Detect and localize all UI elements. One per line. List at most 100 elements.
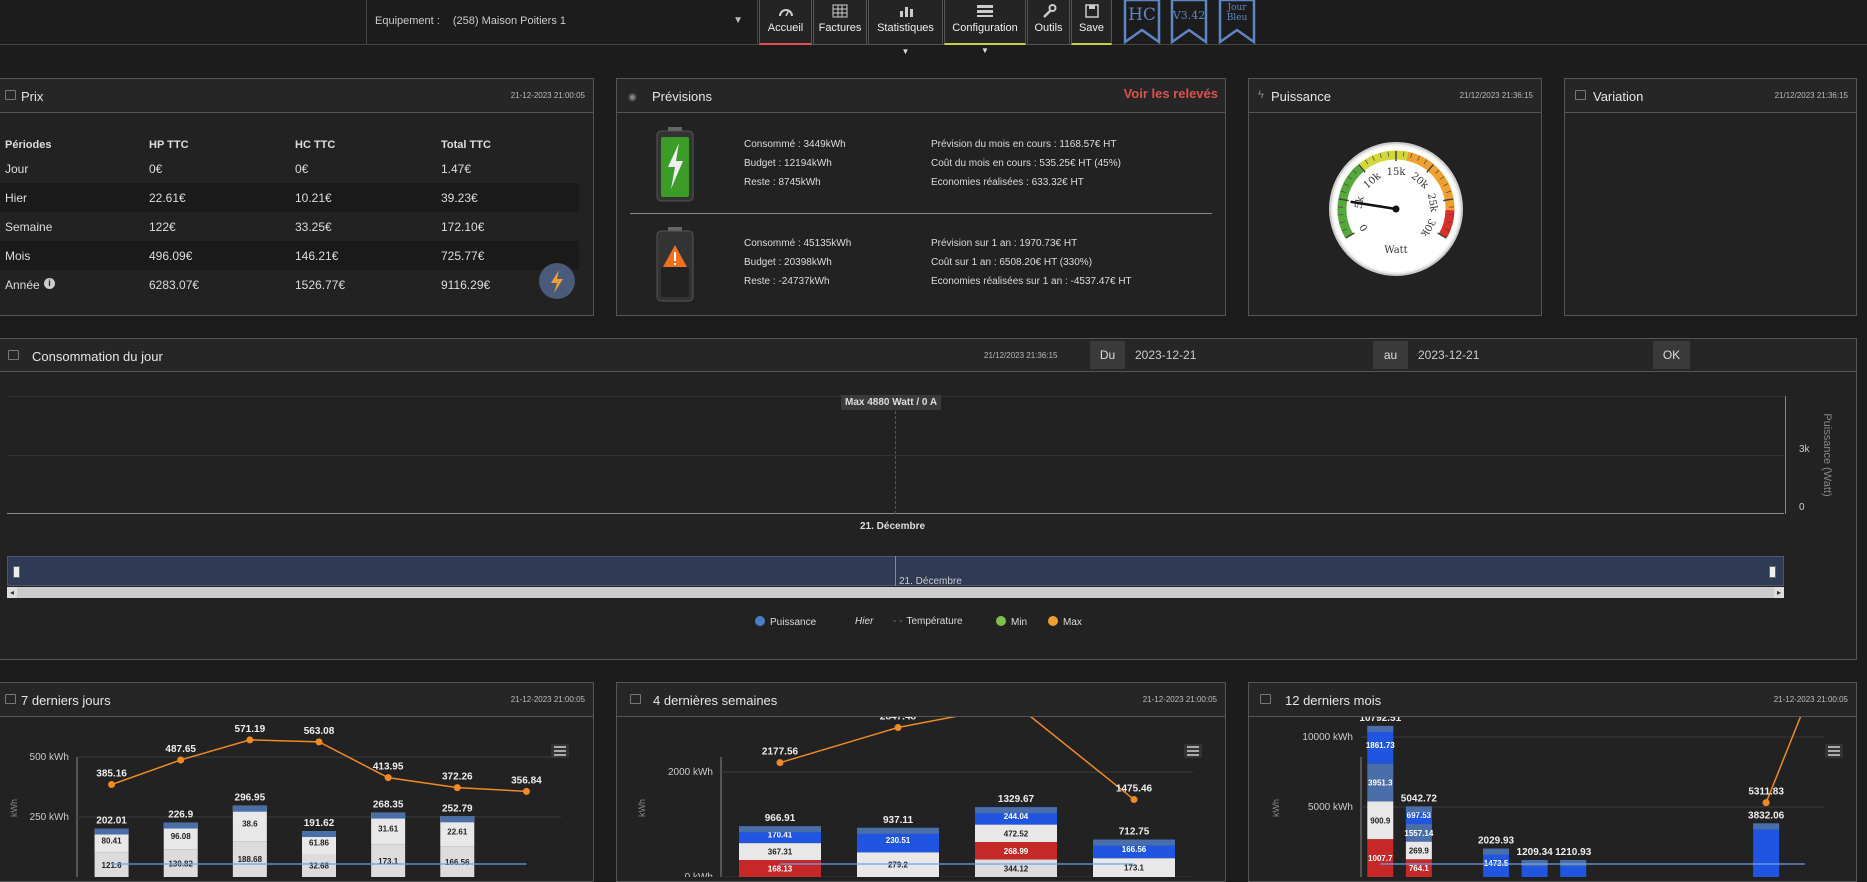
legend-label: Puissance xyxy=(770,617,816,628)
jours-chart: 750 kWh500 kWh250 kWhkWh80.41121.6202.01… xyxy=(0,717,595,877)
bar-total-label: 1329.67 xyxy=(998,794,1035,805)
cell: Hier xyxy=(5,191,27,205)
y-axis-title: Puissance (Watt) xyxy=(1821,400,1833,510)
max-tooltip: Max 4880 Watt / 0 A xyxy=(841,395,941,410)
series-point-label: 2177.56 xyxy=(762,747,799,758)
text: Budget : 12194kWh xyxy=(744,154,846,173)
table-row: Semaine 122€ 33.25€ 172.10€ xyxy=(0,212,579,241)
segment-label: 344.12 xyxy=(1004,864,1029,873)
date-from-input[interactable]: 2023-12-21 xyxy=(1125,341,1375,369)
col-total: Total TTC xyxy=(441,139,491,151)
x-tick: 21. Décembre xyxy=(860,521,925,532)
chart-icon xyxy=(1260,694,1271,704)
series-point xyxy=(1763,799,1770,806)
legend-temperature[interactable]: - -Température xyxy=(893,616,963,627)
segment-label: 279.2 xyxy=(888,861,909,870)
legend-max[interactable]: Max xyxy=(1048,616,1082,628)
cell: 1.47€ xyxy=(441,162,471,176)
y-axis-unit: kWh xyxy=(9,799,19,817)
legend-hier[interactable]: Hier xyxy=(855,616,873,627)
previsions-header: ◉ Prévisions Voir les relevés xyxy=(617,79,1225,113)
bar-cap xyxy=(302,831,336,837)
scroll-left-icon[interactable]: ◂ xyxy=(7,587,17,598)
col-periodes: Périodes xyxy=(5,139,51,151)
equipment-value: (258) Maison Poitiers 1 xyxy=(453,15,566,27)
info-icon[interactable]: i xyxy=(44,278,55,289)
col-hc: HC TTC xyxy=(295,139,335,151)
cell: 146.21€ xyxy=(295,249,338,263)
eye-icon: ◉ xyxy=(628,92,637,103)
prevision-month-right: Prévision du mois en cours : 1168.57€ HT… xyxy=(931,135,1121,192)
text: Economies réalisées : 633.32€ HT xyxy=(931,173,1121,192)
segment-label: 764.1 xyxy=(1409,864,1430,873)
bar-cap xyxy=(739,826,821,832)
bar-cap xyxy=(1753,823,1779,829)
battery-warning-icon xyxy=(655,227,695,308)
cell: 22.61€ xyxy=(149,191,186,205)
nav-accueil[interactable]: Accueil xyxy=(759,0,812,45)
series-point-label: 385.16 xyxy=(96,769,127,780)
nav-configuration[interactable]: Configuration ▼ xyxy=(944,0,1026,45)
legend-dot xyxy=(1048,616,1058,626)
series-point xyxy=(246,736,253,743)
y-tick: 3k xyxy=(1799,444,1810,455)
text: Prévision sur 1 an : 1970.73€ HT xyxy=(931,234,1132,253)
nav-statistiques[interactable]: Statistiques ▼ xyxy=(868,0,943,45)
tarif-ribbon-label: HC xyxy=(1123,0,1161,25)
text: Consommé : 3449kWh xyxy=(744,135,846,154)
voir-releves-link[interactable]: Voir les relevés xyxy=(1124,86,1218,101)
segment-label: 269.9 xyxy=(1409,847,1430,856)
nav-outils[interactable]: Outils xyxy=(1027,0,1070,45)
legend-label: Température xyxy=(906,616,962,627)
y-tick-label: 250 kWh xyxy=(30,812,69,823)
scroll-right-icon[interactable]: ▸ xyxy=(1774,587,1784,598)
date-to-input[interactable]: 2023-12-21 xyxy=(1408,341,1653,369)
legend-puissance[interactable]: Puissance xyxy=(755,616,816,628)
nav-factures[interactable]: Factures xyxy=(813,0,867,45)
bar-cap xyxy=(1367,726,1393,732)
variation-header: Variation 21/12/2023 21:36:15 xyxy=(1565,79,1856,113)
bar-total-label: 712.75 xyxy=(1119,827,1150,838)
bar-cap xyxy=(975,807,1057,813)
cell: 725.77€ xyxy=(441,249,484,263)
series-point xyxy=(108,781,115,788)
segment-label: 1007.7 xyxy=(1368,854,1393,863)
bar-segment xyxy=(1753,823,1779,877)
equipment-selector[interactable]: Equipement : (258) Maison Poitiers 1 ▼ xyxy=(366,0,758,45)
mois-panel: 12 derniers mois 21-12-2023 21:00:05 150… xyxy=(1248,682,1857,882)
panel-title: Variation xyxy=(1593,89,1643,104)
segment-label: 188.68 xyxy=(238,855,263,864)
jours-header: 7 derniers jours 21-12-2023 21:00:05 xyxy=(0,683,593,717)
navigator-handle-left[interactable] xyxy=(13,566,20,578)
gauge-unit: Watt xyxy=(1384,245,1407,256)
legend-min[interactable]: Min xyxy=(996,616,1027,628)
navigator-label: 21. Décembre xyxy=(899,576,962,587)
text: Economies réalisées sur 1 an : -4537.47€… xyxy=(931,272,1132,291)
du-label: Du xyxy=(1090,341,1125,369)
series-point-label: 356.84 xyxy=(511,775,542,786)
chevron-down-icon[interactable]: ▼ xyxy=(733,0,743,42)
series-point-label: 372.26 xyxy=(442,772,473,783)
bar-cap xyxy=(1522,860,1548,866)
prevision-year-right: Prévision sur 1 an : 1970.73€ HT Coût su… xyxy=(931,234,1132,291)
panel-date: 21-12-2023 21:00:05 xyxy=(511,695,585,704)
series-point-label: 487.65 xyxy=(165,744,196,755)
segment-label: 168.13 xyxy=(768,865,793,874)
prix-panel: Prix 21-12-2023 21:00:05 Périodes HP TTC… xyxy=(0,78,594,316)
lightning-button[interactable] xyxy=(539,263,575,299)
ok-button[interactable]: OK xyxy=(1653,341,1690,369)
legend-label: Min xyxy=(1011,617,1027,628)
cell: 33.25€ xyxy=(295,220,332,234)
y-tick-label: 5000 kWh xyxy=(1308,802,1353,813)
navigator-handle-right[interactable] xyxy=(1769,566,1776,578)
bar-total-label: 226.9 xyxy=(168,810,193,821)
scrollbar[interactable] xyxy=(7,587,1784,598)
bar-total-label: 2029.93 xyxy=(1478,836,1515,847)
segment-label: 80.41 xyxy=(102,837,123,846)
nav-save-label: Save xyxy=(1072,22,1111,34)
nav-save[interactable]: Save xyxy=(1071,0,1112,45)
panel-title: Puissance xyxy=(1271,89,1331,104)
series-point xyxy=(895,724,902,731)
semaines-panel: 4 dernières semaines 21-12-2023 21:00:05… xyxy=(616,682,1226,882)
variation-panel: Variation 21/12/2023 21:36:15 xyxy=(1564,78,1857,316)
